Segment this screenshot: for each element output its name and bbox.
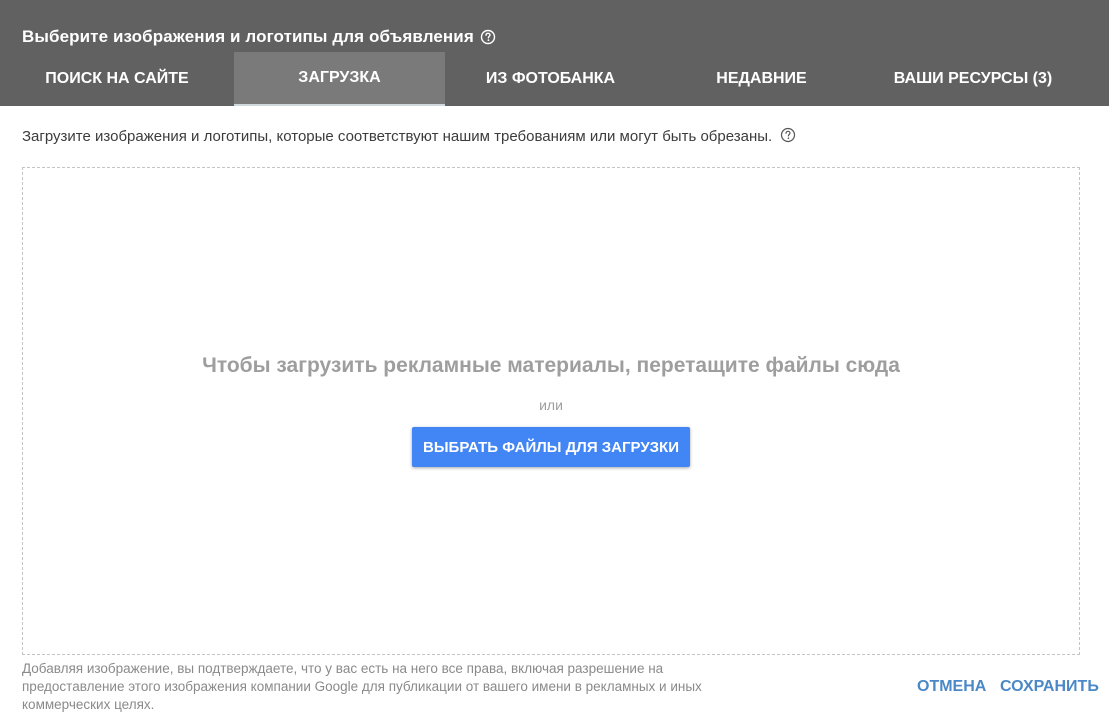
upload-instruction: Загрузите изображения и логотипы, которы…	[22, 127, 796, 145]
tab-stock-photos[interactable]: ИЗ ФОТОБАНКА	[445, 52, 656, 106]
tab-bar: ПОИСК НА САЙТЕ ЗАГРУЗКА ИЗ ФОТОБАНКА НЕД…	[0, 52, 1109, 106]
tab-label: ЗАГРУЗКА	[298, 69, 381, 86]
question-circle-icon[interactable]	[780, 127, 796, 143]
tab-site-search[interactable]: ПОИСК НА САЙТЕ	[0, 52, 234, 106]
dialog-title: Выберите изображения и логотипы для объя…	[22, 27, 496, 47]
cancel-button[interactable]: ОТМЕНА	[917, 678, 986, 696]
or-separator: или	[539, 397, 563, 413]
tab-recent[interactable]: НЕДАВНИЕ	[656, 52, 867, 106]
tab-label: НЕДАВНИЕ	[716, 70, 807, 87]
tab-upload[interactable]: ЗАГРУЗКА	[234, 52, 445, 106]
tab-your-assets[interactable]: ВАШИ РЕСУРСЫ (3)	[867, 52, 1079, 106]
instruction-text: Загрузите изображения и логотипы, которы…	[22, 128, 773, 145]
question-circle-icon[interactable]	[480, 29, 496, 45]
drop-hint-text: Чтобы загрузить рекламные материалы, пер…	[202, 354, 900, 377]
rights-disclaimer: Добавляя изображение, вы подтверждаете, …	[22, 661, 702, 712]
file-dropzone[interactable]: Чтобы загрузить рекламные материалы, пер…	[22, 167, 1080, 655]
choose-files-button[interactable]: ВЫБРАТЬ ФАЙЛЫ ДЛЯ ЗАГРУЗКИ	[412, 427, 690, 467]
save-button[interactable]: СОХРАНИТЬ	[1000, 678, 1099, 696]
tab-label: ПОИСК НА САЙТЕ	[45, 70, 189, 87]
tab-label: ИЗ ФОТОБАНКА	[485, 70, 616, 87]
tab-label: ВАШИ РЕСУРСЫ (3)	[893, 70, 1053, 87]
dialog-header: Выберите изображения и логотипы для объя…	[0, 0, 1109, 106]
dialog-title-text: Выберите изображения и логотипы для объя…	[22, 27, 474, 46]
